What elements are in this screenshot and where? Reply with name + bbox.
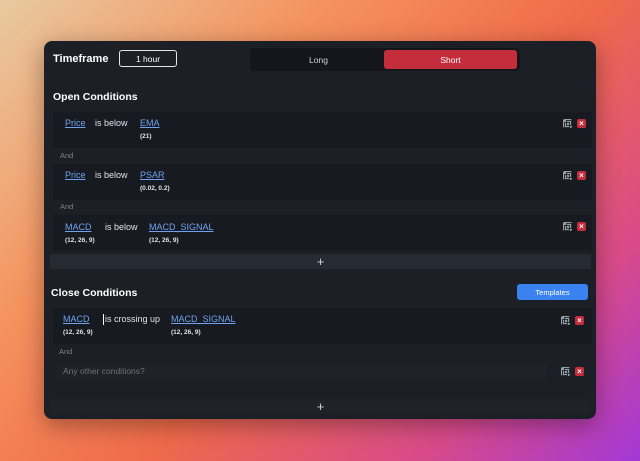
add-open-condition-button[interactable]: +	[50, 254, 591, 269]
copy-icon[interactable]	[563, 171, 572, 180]
condition-rhs-link[interactable]: MACD_SIGNAL	[149, 222, 214, 232]
condition-operator[interactable]: is below	[95, 170, 128, 180]
condition-rhs-link[interactable]: MACD_SIGNAL	[171, 314, 236, 324]
condition-rhs-params: (0.02, 0.2)	[140, 185, 170, 192]
close-condition-row: MACD (12, 26, 9) is crossing up MACD_SIG…	[53, 308, 592, 344]
condition-lhs-link[interactable]: MACD	[63, 314, 90, 324]
close-icon[interactable]: ×	[577, 119, 586, 128]
close-conditions-title: Close Conditions	[51, 287, 138, 299]
close-icon[interactable]: ×	[577, 222, 586, 231]
condition-lhs-params: (12, 26, 9)	[63, 329, 93, 336]
open-condition-row: MACD (12, 26, 9) is below MACD_SIGNAL (1…	[53, 215, 592, 251]
and-label: And	[59, 347, 73, 356]
condition-operator[interactable]: is below	[95, 118, 128, 128]
text-caret	[103, 314, 104, 325]
close-icon[interactable]: ×	[577, 171, 586, 180]
copy-icon[interactable]	[563, 119, 572, 128]
condition-lhs-link[interactable]: Price	[65, 118, 86, 128]
condition-rhs-link[interactable]: PSAR	[140, 170, 165, 180]
direction-toggle: Long Short	[250, 48, 520, 71]
copy-icon[interactable]	[561, 367, 570, 376]
copy-icon[interactable]	[563, 222, 572, 231]
condition-operator[interactable]: is below	[105, 222, 138, 232]
open-conditions-title: Open Conditions	[53, 91, 138, 103]
copy-icon[interactable]	[561, 316, 570, 325]
condition-lhs-params: (12, 26, 9)	[65, 237, 95, 244]
and-label: And	[60, 202, 74, 211]
close-icon[interactable]: ×	[575, 316, 584, 325]
condition-rhs-params: (12, 26, 9)	[149, 237, 179, 244]
timeframe-label: Timeframe	[53, 53, 109, 65]
and-label: And	[60, 151, 74, 160]
add-close-condition-button[interactable]: +	[50, 399, 591, 414]
other-conditions-input[interactable]	[57, 364, 546, 378]
timeframe-button[interactable]: 1 hour	[119, 50, 177, 67]
open-condition-row: Price is below EMA (21) ×	[53, 112, 592, 148]
open-condition-row: Price is below PSAR (0.02, 0.2) ×	[53, 164, 592, 200]
condition-rhs-link[interactable]: EMA	[140, 118, 160, 128]
condition-lhs-link[interactable]: Price	[65, 170, 86, 180]
condition-rhs-params: (12, 26, 9)	[171, 329, 201, 336]
condition-rhs-params: (21)	[140, 133, 152, 140]
templates-button[interactable]: Templates	[517, 284, 588, 300]
condition-lhs-link[interactable]: MACD	[65, 222, 92, 232]
long-option[interactable]: Long	[252, 50, 385, 69]
short-option[interactable]: Short	[384, 50, 517, 69]
close-icon[interactable]: ×	[575, 367, 584, 376]
strategy-panel: Timeframe 1 hour Long Short Open Conditi…	[44, 41, 596, 419]
condition-operator[interactable]: is crossing up	[105, 314, 160, 324]
